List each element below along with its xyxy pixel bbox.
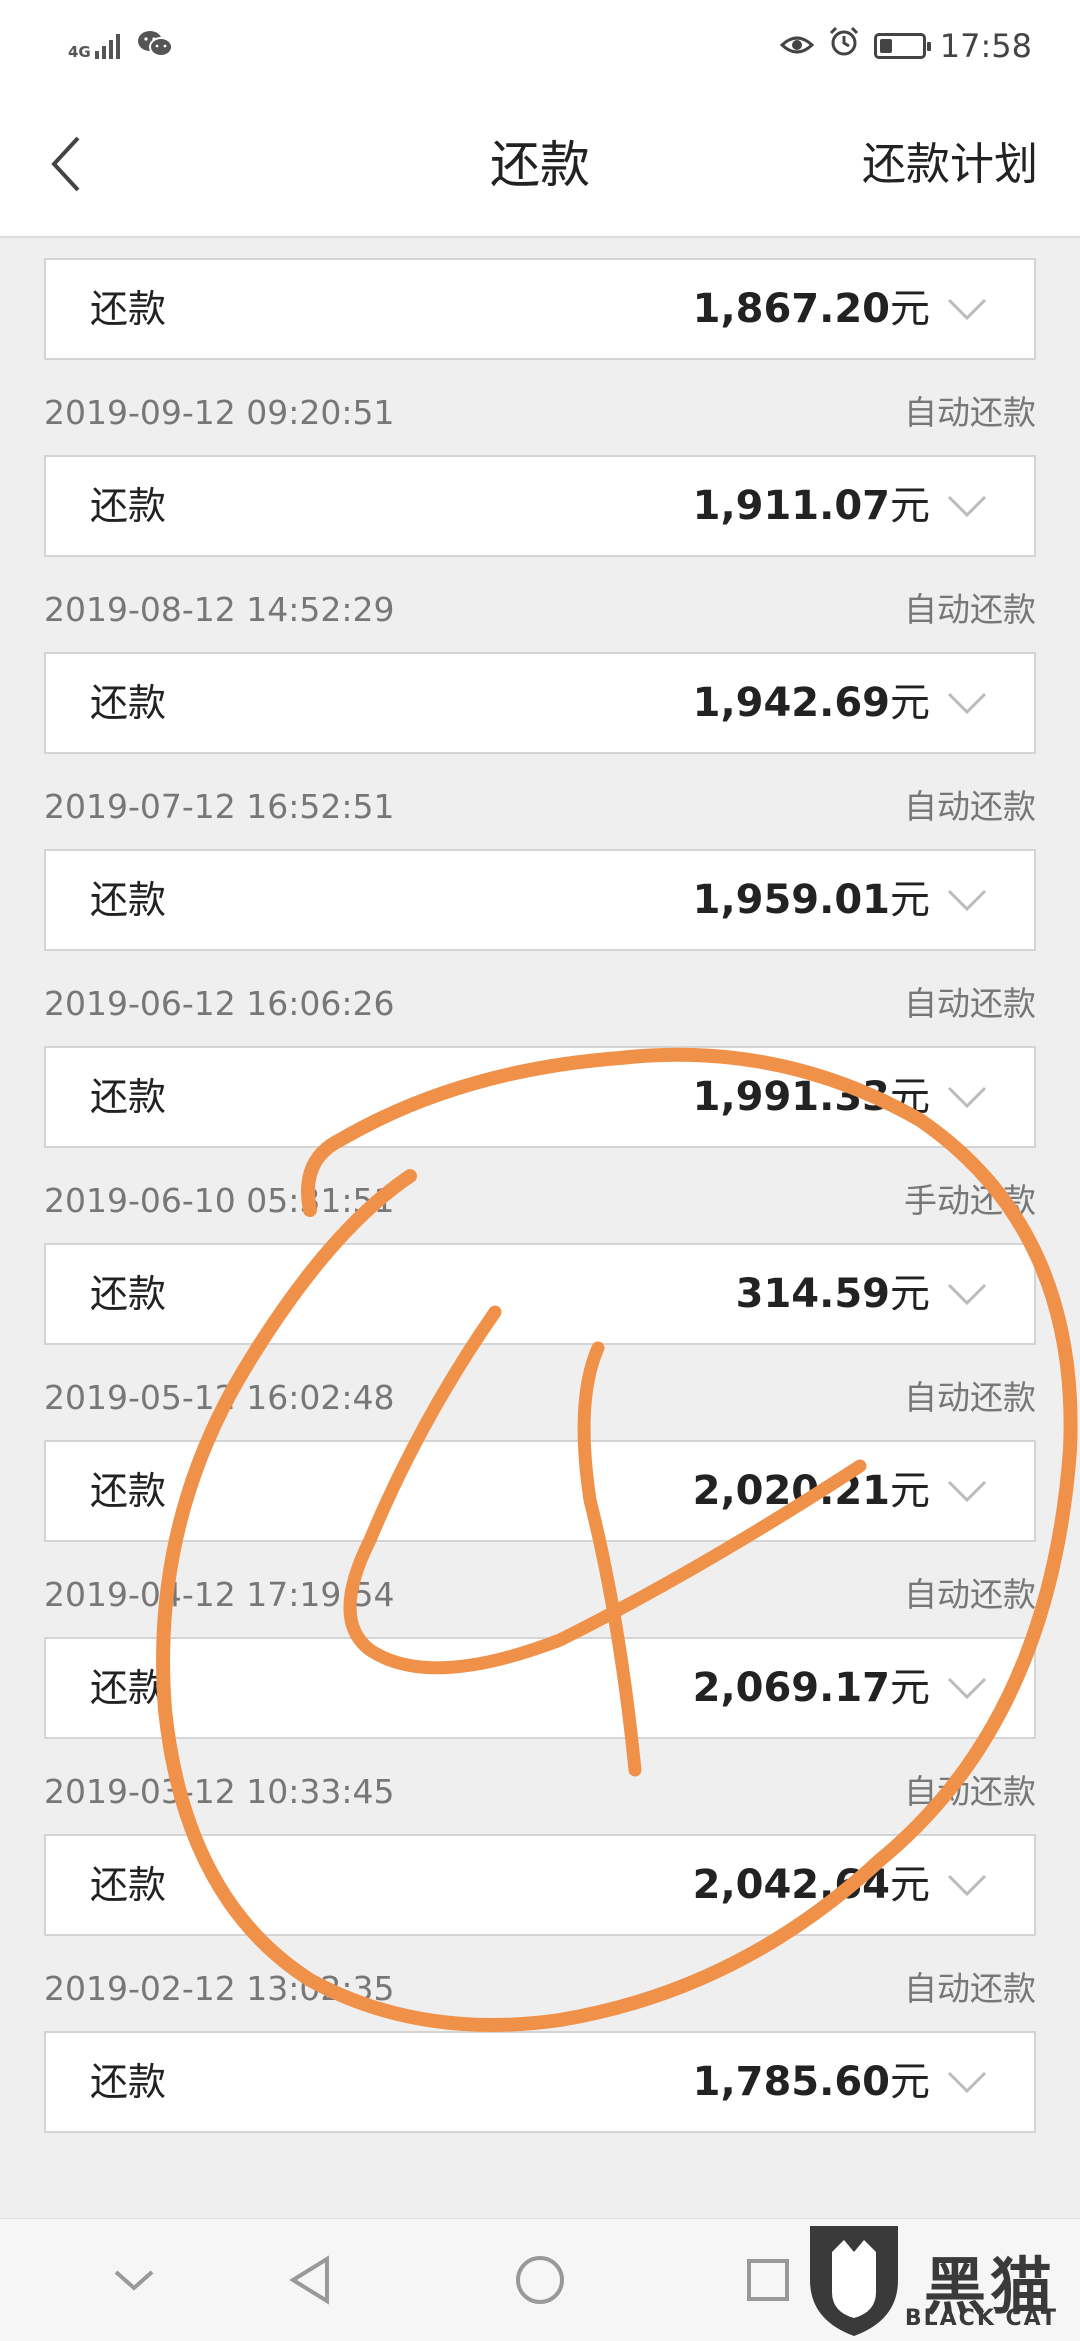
record-type: 自动还款 xyxy=(904,984,1036,1023)
record-type: 自动还款 xyxy=(904,590,1036,629)
record-date: 2019-03-12 10:33:45 xyxy=(44,1772,395,1811)
card-label: 还款 xyxy=(90,1666,167,1710)
record-type: 自动还款 xyxy=(904,393,1036,432)
nav-hide-icon xyxy=(114,2270,154,2291)
repayment-card[interactable]: 还款 1,942.69元 xyxy=(44,652,1036,754)
card-amount: 2,020.21元 xyxy=(692,1468,930,1514)
repayment-card[interactable]: 还款 314.59元 xyxy=(44,1243,1036,1345)
chevron-down-icon[interactable] xyxy=(946,1280,988,1308)
record-type: 手动还款 xyxy=(904,1181,1036,1220)
card-amount: 1,867.20元 xyxy=(692,286,930,332)
record-date: 2019-06-12 16:06:26 xyxy=(44,984,395,1023)
signal-icon: 4G xyxy=(68,33,123,61)
chevron-down-icon[interactable] xyxy=(946,1674,988,1702)
nav-back-icon xyxy=(289,2255,329,2305)
chevron-down-icon[interactable] xyxy=(946,295,988,323)
repayment-card[interactable]: 还款 1,785.60元 xyxy=(44,2031,1036,2133)
card-label: 还款 xyxy=(90,1272,167,1316)
record-date: 2019-04-12 17:19:54 xyxy=(44,1575,395,1614)
repayment-card[interactable]: 还款 1,867.20元 xyxy=(44,258,1036,360)
card-amount: 1,785.60元 xyxy=(692,2059,930,2105)
network-type: 4G xyxy=(68,43,91,61)
nav-home-icon xyxy=(516,2256,564,2304)
card-label: 还款 xyxy=(90,1863,167,1907)
record-type: 自动还款 xyxy=(904,1575,1036,1614)
record-date: 2019-05-12 16:02:48 xyxy=(44,1378,395,1417)
card-label: 还款 xyxy=(90,2060,167,2104)
battery-icon xyxy=(873,33,931,59)
card-amount: 1,911.07元 xyxy=(692,483,930,529)
card-amount: 2,042.64元 xyxy=(692,1862,930,1908)
repayment-card[interactable]: 还款 2,069.17元 xyxy=(44,1637,1036,1739)
record-type: 自动还款 xyxy=(904,1772,1036,1811)
repayment-card[interactable]: 还款 1,991.33元 xyxy=(44,1046,1036,1148)
chevron-down-icon[interactable] xyxy=(946,1477,988,1505)
card-amount: 1,991.33元 xyxy=(692,1074,930,1120)
chevron-down-icon[interactable] xyxy=(946,492,988,520)
record-date: 2019-09-12 09:20:51 xyxy=(44,393,395,432)
watermark-subtext: BLACK CAT xyxy=(904,2306,1058,2331)
nav-home-button[interactable] xyxy=(480,2219,600,2341)
chevron-down-icon[interactable] xyxy=(946,886,988,914)
battery-level xyxy=(879,39,892,53)
record-type: 自动还款 xyxy=(904,1969,1036,2008)
nav-hide-button[interactable] xyxy=(74,2219,194,2341)
record-type: 自动还款 xyxy=(904,1378,1036,1417)
black-cat-watermark: 黑猫 BLACK CAT xyxy=(804,2218,1074,2340)
repayment-card[interactable]: 还款 2,020.21元 xyxy=(44,1440,1036,1542)
card-label: 还款 xyxy=(90,287,167,331)
status-left: 4G xyxy=(68,24,173,68)
status-bar: 4G 17:58 xyxy=(0,0,1080,92)
alarm-icon xyxy=(828,26,860,66)
card-amount: 314.59元 xyxy=(735,1271,930,1317)
record-date: 2019-08-12 14:52:29 xyxy=(44,590,395,629)
nav-back-button[interactable] xyxy=(250,2219,370,2341)
record-type: 自动还款 xyxy=(904,787,1036,826)
wechat-icon xyxy=(137,29,173,63)
card-amount: 2,069.17元 xyxy=(692,1665,930,1711)
card-label: 还款 xyxy=(90,1075,167,1119)
eye-icon xyxy=(779,27,814,65)
card-label: 还款 xyxy=(90,1469,167,1513)
card-label: 还款 xyxy=(90,681,167,725)
clock: 17:58 xyxy=(939,27,1032,65)
nav-recents-icon xyxy=(747,2259,789,2301)
chevron-down-icon[interactable] xyxy=(946,1083,988,1111)
chevron-down-icon[interactable] xyxy=(946,1871,988,1899)
app-header: 还款 还款计划 xyxy=(0,92,1080,238)
card-label: 还款 xyxy=(90,484,167,528)
status-right: 17:58 xyxy=(779,22,1032,70)
record-date: 2019-06-10 05:31:51 xyxy=(44,1181,395,1220)
repayment-plan-link[interactable]: 还款计划 xyxy=(862,92,1038,238)
card-amount: 1,942.69元 xyxy=(692,680,930,726)
record-date: 2019-07-12 16:52:51 xyxy=(44,787,395,826)
card-amount: 1,959.01元 xyxy=(692,877,930,923)
chevron-down-icon[interactable] xyxy=(946,689,988,717)
repayment-card[interactable]: 还款 2,042.64元 xyxy=(44,1834,1036,1936)
chevron-down-icon[interactable] xyxy=(946,2068,988,2096)
repayment-card[interactable]: 还款 1,959.01元 xyxy=(44,849,1036,951)
repayment-card[interactable]: 还款 1,911.07元 xyxy=(44,455,1036,557)
card-label: 还款 xyxy=(90,878,167,922)
cat-shield-icon xyxy=(810,2226,898,2336)
record-date: 2019-02-12 13:02:35 xyxy=(44,1969,395,2008)
